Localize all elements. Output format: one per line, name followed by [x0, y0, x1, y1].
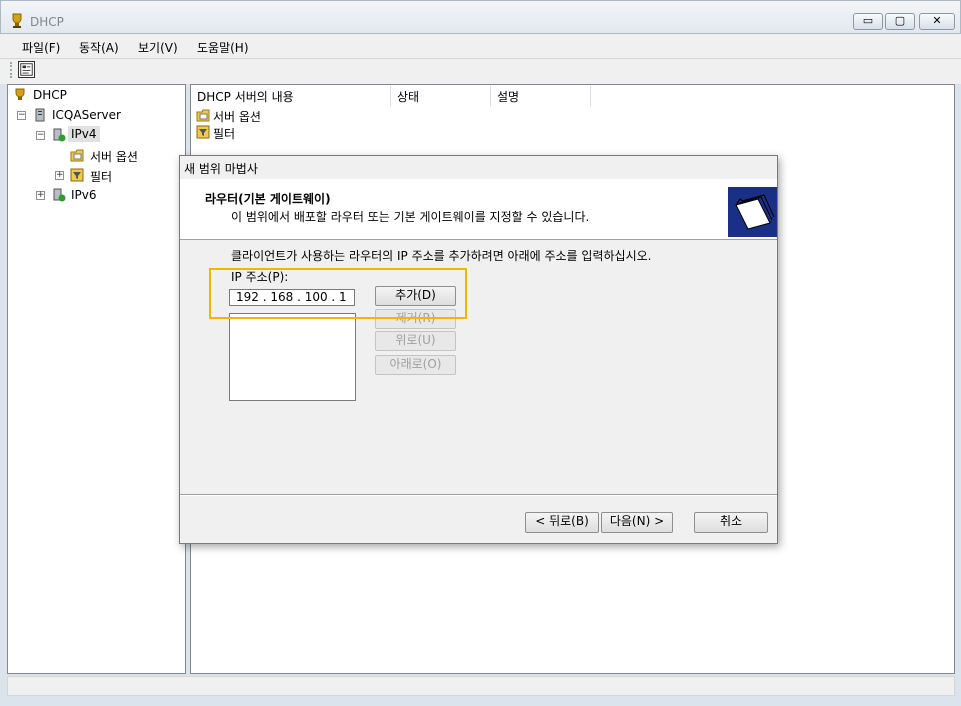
server-icon: [35, 108, 45, 122]
minimize-button[interactable]: ▭: [853, 13, 883, 30]
tree-item-ipv4[interactable]: IPv4: [68, 126, 100, 142]
collapse-icon[interactable]: −: [17, 111, 26, 120]
cancel-button[interactable]: 취소: [694, 512, 768, 533]
expand-icon[interactable]: +: [36, 191, 45, 200]
server-ok-icon: [53, 188, 66, 202]
move-down-button[interactable]: 아래로(O): [375, 355, 456, 375]
tree-item-server-options[interactable]: 서버 옵션: [90, 148, 138, 165]
list-item[interactable]: 필터: [213, 125, 235, 142]
column-header-description[interactable]: 설명: [497, 88, 519, 108]
server-ok-icon: [53, 128, 66, 142]
filter-icon: [196, 125, 210, 139]
column-separator[interactable]: [490, 86, 491, 106]
wizard-step-title: 라우터(기본 게이트웨이): [205, 192, 331, 206]
column-header-contents[interactable]: DHCP 서버의 내용: [197, 88, 294, 108]
close-button[interactable]: ✕: [919, 13, 955, 30]
back-button[interactable]: < 뒤로(B): [525, 512, 599, 533]
trophy-icon: [15, 88, 25, 100]
tree-item-server[interactable]: ICQAServer: [52, 108, 121, 122]
menu-file[interactable]: 파일(F): [22, 39, 60, 56]
tree-pane: DHCP − ICQAServer − IPv4 서버 옵션 + 필터 + IP…: [7, 84, 186, 674]
move-up-button[interactable]: 위로(U): [375, 331, 456, 351]
tree-item-filters[interactable]: 필터: [90, 168, 112, 185]
wizard-step-subtitle: 이 범위에서 배포할 라우터 또는 기본 게이트웨이를 지정할 수 있습니다.: [231, 210, 590, 224]
folder-options-icon: [196, 109, 210, 122]
router-address-list[interactable]: [229, 313, 356, 401]
properties-icon[interactable]: [18, 61, 35, 78]
collapse-icon[interactable]: −: [36, 131, 45, 140]
status-bar: [7, 676, 955, 696]
column-separator[interactable]: [590, 86, 591, 106]
window-titlebar: [0, 0, 961, 34]
menu-action[interactable]: 동작(A): [79, 39, 119, 56]
next-button[interactable]: 다음(N) >: [601, 512, 673, 533]
column-separator[interactable]: [390, 86, 391, 106]
tree-item-dhcp[interactable]: DHCP: [33, 88, 67, 102]
highlight-box: [209, 268, 467, 319]
dialog-separator: [180, 494, 777, 496]
dialog-title: 새 범위 마법사: [184, 162, 258, 176]
menu-help[interactable]: 도움말(H): [197, 39, 249, 56]
menu-view[interactable]: 보기(V): [138, 39, 178, 56]
folder-options-icon: [70, 149, 84, 162]
column-header-status[interactable]: 상태: [397, 88, 419, 108]
maximize-button[interactable]: ▢: [885, 13, 915, 30]
toolbar: [0, 58, 961, 84]
window-title: DHCP: [30, 15, 64, 29]
expand-icon[interactable]: +: [55, 171, 64, 180]
trophy-icon: [12, 13, 22, 28]
toolbar-grip: [10, 62, 13, 78]
filter-icon: [70, 168, 84, 182]
instruction-text: 클라이언트가 사용하는 라우터의 IP 주소를 추가하려면 아래에 주소를 입력…: [231, 249, 652, 263]
folders-icon: [728, 187, 777, 237]
tree-item-ipv6[interactable]: IPv6: [71, 188, 97, 202]
list-item[interactable]: 서버 옵션: [213, 108, 261, 125]
